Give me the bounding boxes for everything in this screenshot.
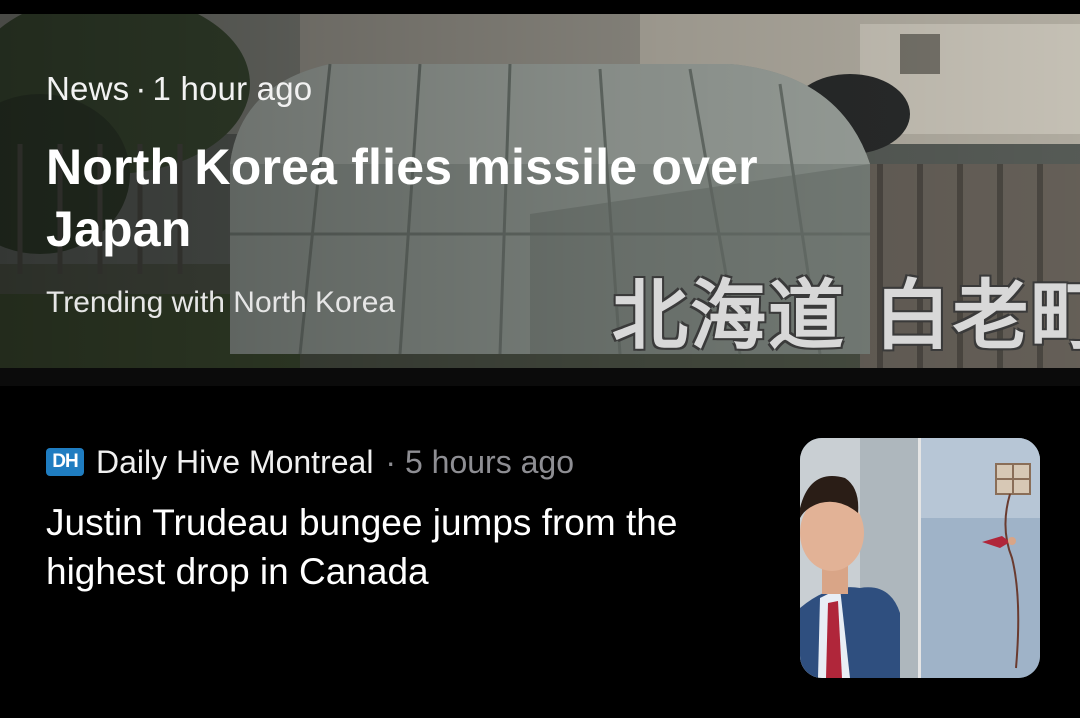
story-thumbnail-image <box>800 438 1040 678</box>
story-headline[interactable]: Justin Trudeau bungee jumps from the hig… <box>46 498 766 596</box>
hero-separator: · <box>135 70 147 107</box>
news-story-card[interactable]: DH Daily Hive Montreal · 5 hours ago Jus… <box>0 386 1080 718</box>
top-edge <box>0 0 1080 14</box>
hero-headline[interactable]: North Korea flies missile over Japan <box>46 136 806 260</box>
story-time: 5 hours ago <box>404 443 574 480</box>
daily-hive-logo-icon: DH <box>46 448 84 476</box>
hero-source: News <box>46 70 130 107</box>
hero-trending-label: Trending with North Korea <box>46 286 396 319</box>
hero-meta: News · 1 hour ago <box>46 70 312 108</box>
story-thumbnail[interactable] <box>800 438 1040 678</box>
card-divider <box>0 368 1080 386</box>
story-source-row: DH Daily Hive Montreal · 5 hours ago <box>46 442 574 482</box>
story-source: Daily Hive Montreal <box>96 443 374 480</box>
story-separator: · <box>385 443 397 480</box>
hero-news-card[interactable]: News · 1 hour ago North Korea flies missil… <box>0 14 1080 368</box>
hero-time: 1 hour ago <box>152 70 313 107</box>
hero-image-caption: 北海道 白老町 <box>612 271 1080 360</box>
story-time-row: · 5 hours ago <box>385 444 574 481</box>
news-feed: News · 1 hour ago North Korea flies missil… <box>0 0 1080 718</box>
